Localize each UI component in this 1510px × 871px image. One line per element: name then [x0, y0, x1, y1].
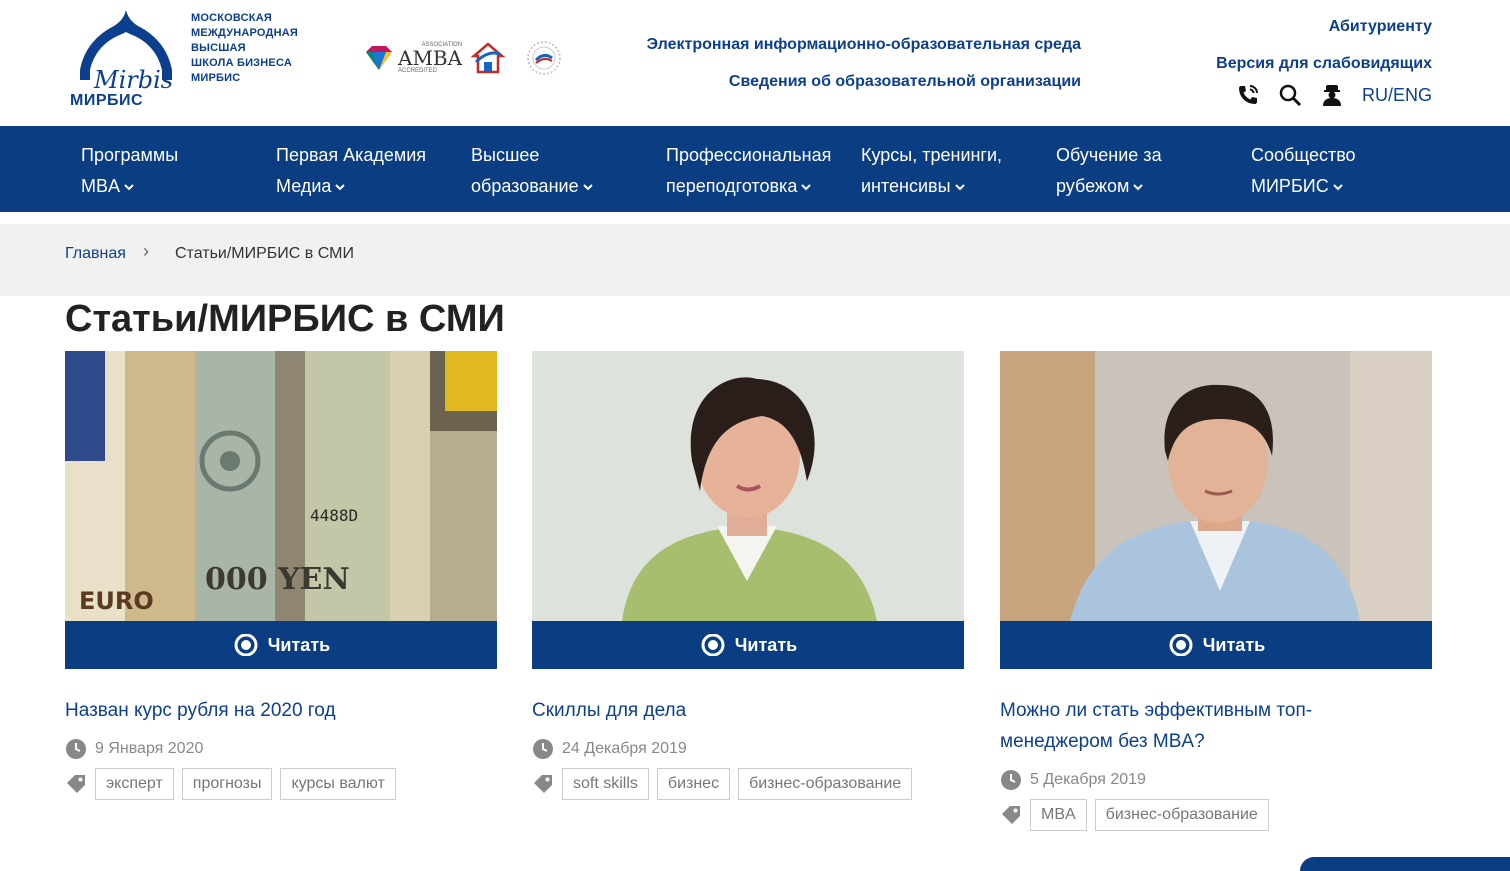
- accreditation-emblem-1: [470, 38, 506, 78]
- portrait-woman-image: [532, 351, 964, 621]
- search-icon[interactable]: [1278, 83, 1302, 107]
- breadcrumb-home-link[interactable]: Главная: [65, 245, 126, 263]
- article-image-woman[interactable]: [532, 351, 964, 621]
- tag-business[interactable]: бизнес: [656, 768, 731, 800]
- clock-icon: [1001, 770, 1021, 790]
- chevron-down-icon: [1332, 184, 1343, 191]
- eye-icon: [701, 634, 725, 656]
- nav-item-mba[interactable]: Программы MBA: [81, 140, 261, 202]
- clock-icon: [66, 739, 86, 759]
- house-emblem-icon: [470, 42, 506, 74]
- page-title: Статьи/МИРБИС в СМИ: [65, 298, 505, 340]
- article-image-currency[interactable]: EURO 000 YEN 4488D: [65, 351, 497, 621]
- article-card: Читать Скиллы для дела 24 Декабря 2019 s…: [532, 351, 964, 800]
- tag-icon: [534, 775, 552, 793]
- phone-icon[interactable]: [1236, 83, 1260, 107]
- tag-forecasts[interactable]: прогнозы: [181, 768, 273, 800]
- chevron-down-icon: [335, 184, 346, 191]
- nav-item-courses[interactable]: Курсы, тренинги, интенсивы: [861, 140, 1041, 202]
- user-account-icon[interactable]: [1320, 83, 1344, 107]
- read-button[interactable]: Читать: [1000, 621, 1432, 669]
- header-center-links: Электронная информационно-образовательна…: [647, 26, 1081, 100]
- article-card: Читать Можно ли стать эффективным топ- м…: [1000, 351, 1432, 831]
- article-title-link[interactable]: Можно ли стать эффективным топ- менеджер…: [1000, 695, 1432, 757]
- article-date: 5 Декабря 2019: [1000, 769, 1432, 791]
- eye-icon: [1169, 634, 1193, 656]
- amba-label: AMBA: [398, 46, 463, 70]
- clock-icon: [533, 739, 553, 759]
- article-title-link[interactable]: Назван курс рубля на 2020 год: [65, 695, 497, 726]
- nav-item-community[interactable]: Сообщество МИРБИС: [1251, 140, 1431, 202]
- read-button[interactable]: Читать: [65, 621, 497, 669]
- chevron-down-icon: [801, 184, 812, 191]
- mirbis-logo[interactable]: Mirbis МИРБИС МОСКОВСКАЯ МЕЖДУНАРОДНАЯ В…: [70, 8, 310, 112]
- accessible-version-link[interactable]: Версия для слабовидящих: [1216, 45, 1432, 82]
- article-date: 9 Января 2020: [65, 738, 497, 760]
- header-right-links: Абитуриенту Версия для слабовидящих: [1216, 8, 1432, 82]
- applicant-link[interactable]: Абитуриенту: [1216, 8, 1432, 45]
- chevron-down-icon: [954, 184, 965, 191]
- article-tags: soft skills бизнес бизнес-образование: [532, 768, 964, 800]
- article-tags: эксперт прогнозы курсы валют: [65, 768, 497, 800]
- logo-script: Mirbis: [94, 66, 174, 94]
- currency-rolls-image: EURO 000 YEN 4488D: [65, 351, 497, 621]
- main-nav: Программы MBA Первая Академия Медиа Высш…: [0, 126, 1510, 212]
- tag-soft-skills[interactable]: soft skills: [562, 768, 649, 800]
- tag-icon: [67, 775, 85, 793]
- tag-exchange-rates[interactable]: курсы валют: [280, 768, 396, 800]
- org-info-link[interactable]: Сведения об образовательной организации: [647, 63, 1081, 100]
- diamond-icon: [366, 46, 392, 70]
- euro-text: EURO: [79, 587, 154, 615]
- language-switch[interactable]: RU/ENG: [1362, 85, 1432, 106]
- article-title-link[interactable]: Скиллы для дела: [532, 695, 964, 726]
- nav-item-media-academy[interactable]: Первая Академия Медиа: [276, 140, 456, 202]
- header-tools: RU/ENG: [1236, 83, 1432, 107]
- article-image-man[interactable]: [1000, 351, 1432, 621]
- tag-business-education[interactable]: бизнес-образование: [1094, 799, 1269, 831]
- breadcrumb: Главная › Статьи/МИРБИС в СМИ: [0, 224, 1510, 296]
- chevron-down-icon: [582, 184, 593, 191]
- note-number-text: 4488D: [310, 506, 358, 525]
- accreditation-emblem-2: [526, 38, 562, 78]
- chevron-down-icon: [1133, 184, 1144, 191]
- nav-item-abroad[interactable]: Обучение за рубежом: [1056, 140, 1236, 202]
- floating-widget-tab[interactable]: [1300, 857, 1510, 871]
- nav-item-retraining[interactable]: Профессиональная переподготовка: [666, 140, 846, 202]
- nav-item-higher-education[interactable]: Высшее образование: [471, 140, 651, 202]
- article-tags: MBA бизнес-образование: [1000, 799, 1432, 831]
- article-date: 24 Декабря 2019: [532, 738, 964, 760]
- site-header: Mirbis МИРБИС МОСКОВСКАЯ МЕЖДУНАРОДНАЯ В…: [0, 0, 1510, 126]
- amba-badge: ASSOCIATION AMBA ACCREDITED: [362, 38, 462, 78]
- portrait-man-image: [1000, 351, 1432, 621]
- eye-icon: [234, 634, 258, 656]
- seal-emblem-icon: [527, 41, 561, 75]
- tag-business-education[interactable]: бизнес-образование: [738, 768, 913, 800]
- article-card: EURO 000 YEN 4488D Читать Назван курс ру…: [65, 351, 497, 800]
- yen-text: 000 YEN: [205, 562, 350, 597]
- chevron-right-icon: ›: [143, 241, 149, 261]
- logo-text: МОСКОВСКАЯ МЕЖДУНАРОДНАЯ ВЫСШАЯ ШКОЛА БИ…: [191, 12, 298, 84]
- tag-mba[interactable]: MBA: [1030, 799, 1087, 831]
- eios-link[interactable]: Электронная информационно-образовательна…: [647, 26, 1081, 63]
- tag-icon: [1002, 806, 1020, 824]
- chevron-down-icon: [124, 184, 134, 191]
- read-button[interactable]: Читать: [532, 621, 964, 669]
- breadcrumb-current: Статьи/МИРБИС в СМИ: [175, 245, 354, 262]
- logo-name: МИРБИС: [70, 92, 144, 109]
- tag-expert[interactable]: эксперт: [95, 768, 174, 800]
